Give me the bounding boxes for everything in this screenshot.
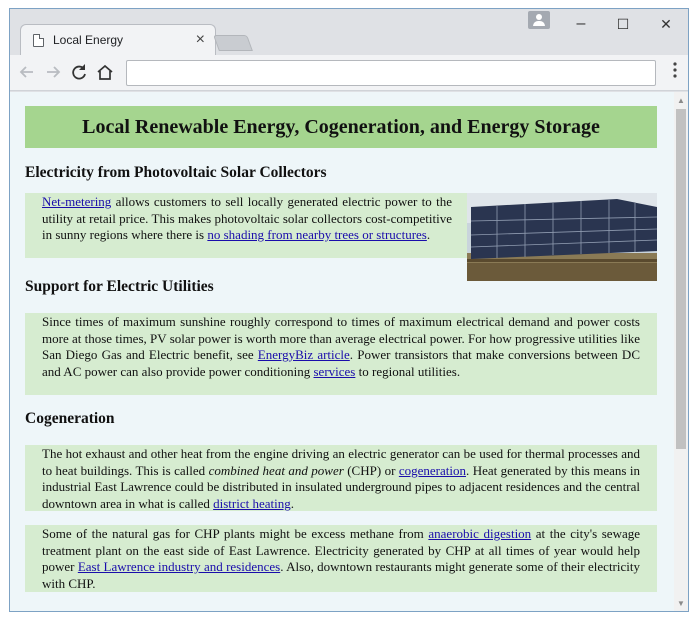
net-metering-link[interactable]: Net-metering: [42, 194, 111, 209]
page-viewport: Local Renewable Energy, Cogeneration, an…: [10, 92, 676, 611]
page-content: Local Renewable Energy, Cogeneration, an…: [25, 106, 657, 592]
cogen-text-4: .: [290, 495, 294, 511]
profile-head-shape: [536, 14, 542, 20]
district-heating-link[interactable]: district heating: [213, 496, 291, 511]
tab-strip: Local Energy × – ☐ ✕: [10, 9, 688, 56]
forward-arrow-icon[interactable]: [42, 61, 64, 83]
browser-window: Local Energy × – ☐ ✕ Local Renewable Ene…: [9, 8, 689, 612]
services-link[interactable]: services: [314, 364, 356, 379]
profile-body-shape: [533, 21, 545, 26]
section-heading-pv: Electricity from Photovoltaic Solar Coll…: [25, 164, 327, 181]
cogeneration-paragraph-2: Some of the natural gas for CHP plants m…: [25, 525, 657, 592]
utilities-paragraph: Since times of maximum sunshine roughly …: [25, 313, 657, 395]
maximize-button[interactable]: ☐: [608, 13, 638, 35]
solar-panel-image: [467, 193, 657, 281]
browser-toolbar: [10, 55, 688, 91]
tab-close-button[interactable]: ×: [196, 30, 205, 50]
east-lawrence-link[interactable]: East Lawrence industry and residences: [78, 559, 280, 574]
page-icon: [33, 34, 44, 47]
anaerobic-digestion-link[interactable]: anaerobic digestion: [428, 526, 531, 541]
pv-paragraph: Net-metering allows customers to sell lo…: [25, 193, 469, 258]
new-tab-button[interactable]: [213, 35, 253, 51]
scroll-up-icon[interactable]: ▲: [674, 94, 688, 108]
vertical-scrollbar[interactable]: ▲ ▼: [674, 92, 688, 611]
kebab-menu-icon[interactable]: [668, 61, 682, 83]
cogen-text-2: (CHP) or: [343, 462, 399, 478]
cogeneration-paragraph-1: The hot exhaust and other heat from the …: [25, 445, 657, 511]
pv-text-2: .: [426, 227, 431, 242]
minimize-button[interactable]: –: [566, 13, 596, 35]
page-title: Local Renewable Energy, Cogeneration, an…: [25, 106, 657, 148]
utilities-text-3: to regional utilities.: [355, 363, 461, 379]
pv-section-row: Net-metering allows customers to sell lo…: [25, 193, 657, 281]
reload-icon[interactable]: [68, 61, 90, 83]
cogen2-text-1: Some of the natural gas for CHP plants m…: [42, 526, 429, 541]
energybiz-article-link[interactable]: EnergyBiz article: [258, 347, 350, 362]
profile-icon[interactable]: [528, 11, 550, 29]
no-shading-link[interactable]: no shading from nearby trees or structur…: [207, 227, 427, 242]
scroll-down-icon[interactable]: ▼: [674, 597, 688, 611]
tab-local-energy[interactable]: Local Energy ×: [20, 24, 216, 56]
address-bar[interactable]: [126, 60, 656, 86]
chp-term: combined heat and power: [208, 462, 344, 478]
tab-title: Local Energy: [53, 33, 124, 47]
cogeneration-link[interactable]: cogeneration: [399, 463, 466, 478]
home-icon[interactable]: [94, 61, 116, 83]
scrollbar-thumb[interactable]: [676, 109, 686, 449]
back-arrow-icon[interactable]: [16, 61, 38, 83]
section-heading-cogeneration: Cogeneration: [25, 410, 115, 427]
close-window-button[interactable]: ✕: [651, 13, 681, 35]
